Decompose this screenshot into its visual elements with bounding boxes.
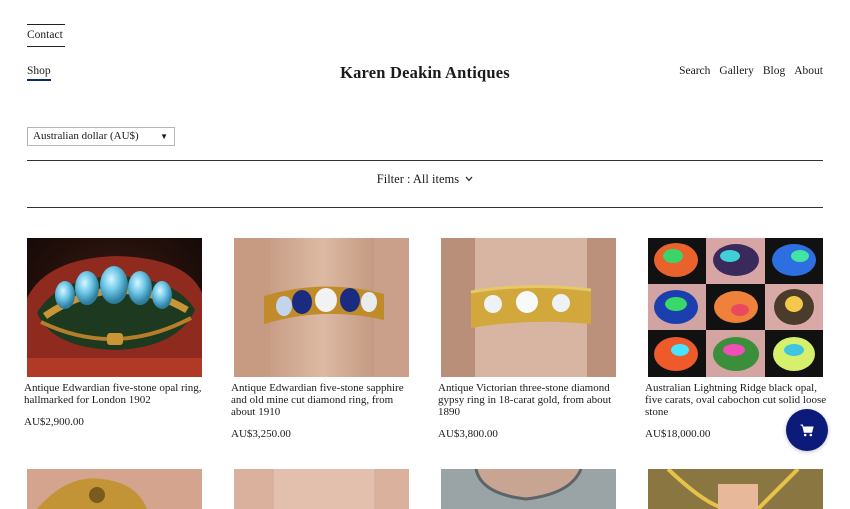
product-title[interactable]: Antique Edwardian five-stone opal ring, … [24,382,209,406]
shop-link[interactable]: Shop [27,64,51,81]
site-title[interactable]: Karen Deakin Antiques [340,63,510,82]
product-image[interactable] [27,238,202,377]
product-title[interactable]: Antique Victorian three-stone diamond gy… [438,382,623,418]
filter-dropdown[interactable]: Filter : All items [0,171,850,187]
product-card[interactable]: Antique Edwardian five-stone opal ring, … [24,238,203,428]
chevron-down-icon [465,176,473,182]
product-card[interactable]: Antique Edwardian five-stone sapphire an… [231,238,410,440]
currency-select-value: Australian dollar (AU$) [33,130,139,142]
product-price: AU$3,250.00 [231,428,291,440]
product-image[interactable] [441,238,616,377]
product-image[interactable] [441,469,616,509]
dropdown-arrow-icon: ▼ [160,132,168,141]
product-price: AU$2,900.00 [24,416,84,428]
product-image[interactable] [234,469,409,509]
nav-search[interactable]: Search [679,64,710,78]
divider [27,160,823,161]
nav-blog[interactable]: Blog [763,64,785,78]
product-price: AU$3,800.00 [438,428,498,440]
currency-select[interactable]: Australian dollar (AU$) ▼ [27,127,175,146]
contact-link[interactable]: Contact [27,24,65,47]
product-title[interactable]: Antique Edwardian five-stone sapphire an… [231,382,416,418]
product-image[interactable] [234,238,409,377]
product-image[interactable] [648,469,823,509]
divider [27,207,823,208]
product-image[interactable] [27,469,202,509]
product-card[interactable]: Antique Victorian three-stone diamond gy… [438,238,617,440]
cart-icon [800,424,814,436]
nav-gallery[interactable]: Gallery [719,64,753,78]
product-image[interactable] [648,238,823,377]
cart-button[interactable] [786,409,828,451]
nav-about[interactable]: About [794,64,823,78]
filter-label: Filter : All items [376,172,460,186]
product-card[interactable]: Australian Lightning Ridge black opal, f… [645,238,826,440]
top-nav: Search Gallery Blog About [679,64,823,78]
